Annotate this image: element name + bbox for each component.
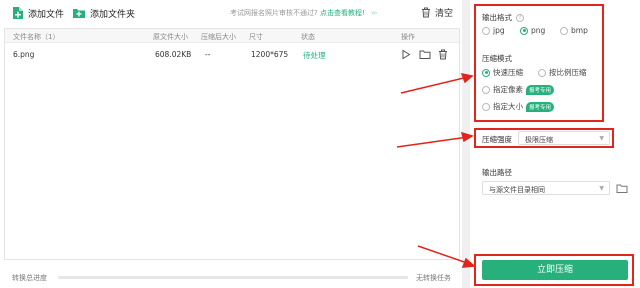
add-file-button[interactable]: 添加文件 <box>12 5 64 21</box>
header-file-name: 文件名称（1） <box>13 33 60 41</box>
progress-footer: 转换总进度 无转换任务 <box>0 266 462 288</box>
add-folder-button[interactable]: 添加文件夹 <box>72 5 135 21</box>
tutorial-link[interactable]: 点击查看教程! <box>320 9 365 17</box>
header-original-size: 原文件大小 <box>153 33 188 41</box>
browse-folder-icon[interactable] <box>616 183 628 194</box>
progress-bar <box>58 276 408 279</box>
annotation-box-compress <box>474 254 634 286</box>
add-folder-label: 添加文件夹 <box>90 9 136 20</box>
add-folder-icon <box>73 9 85 18</box>
delete-icon[interactable] <box>438 49 448 60</box>
output-path-value: 与源文件目录相同 <box>489 186 545 194</box>
pane-divider <box>462 0 470 288</box>
header-compressed-size: 压缩后大小 <box>201 33 236 41</box>
toolbar: 添加文件 添加文件夹 考试网报名照片审核不通过? 点击查看教程! ››› 清空 <box>0 0 462 26</box>
header-operations: 操作 <box>401 33 415 41</box>
header-status: 状态 <box>301 33 315 41</box>
file-name-cell: 6.png <box>13 50 35 59</box>
task-status: 无转换任务 <box>416 274 451 282</box>
add-file-label: 添加文件 <box>28 9 65 20</box>
progress-label: 转换总进度 <box>12 274 47 282</box>
original-size-cell: 608.02KB <box>155 50 192 59</box>
file-table: 文件名称（1） 原文件大小 压缩后大小 尺寸 状态 操作 6.png 608.0… <box>4 28 460 260</box>
play-icon[interactable] <box>401 49 411 60</box>
table-header: 文件名称（1） 原文件大小 压缩后大小 尺寸 状态 操作 <box>5 29 459 43</box>
header-dimensions: 尺寸 <box>249 33 263 41</box>
compressed-size-cell: -- <box>205 50 211 59</box>
table-row[interactable]: 6.png 608.02KB -- 1200*675 待处理 <box>5 47 459 65</box>
clear-label: 清空 <box>435 9 454 19</box>
exam-photo-notice: 考试网报名照片审核不通过? 点击查看教程! ››› <box>230 8 377 18</box>
notice-text: 考试网报名照片审核不通过? <box>230 9 318 17</box>
folder-icon[interactable] <box>419 49 431 60</box>
chevrons-icon: ››› <box>371 9 377 17</box>
clear-button[interactable]: 清空 <box>421 6 453 19</box>
output-path-title: 输出路径 <box>482 168 512 177</box>
trash-icon <box>422 7 430 18</box>
status-cell: 待处理 <box>303 51 326 60</box>
dimensions-cell: 1200*675 <box>251 50 289 59</box>
add-file-icon <box>13 7 23 19</box>
output-path-select[interactable]: 与源文件目录相同 ▼ <box>482 181 610 195</box>
chevron-down-icon: ▼ <box>599 185 604 192</box>
annotation-box-format-mode <box>474 4 604 122</box>
annotation-box-strength <box>474 128 614 148</box>
